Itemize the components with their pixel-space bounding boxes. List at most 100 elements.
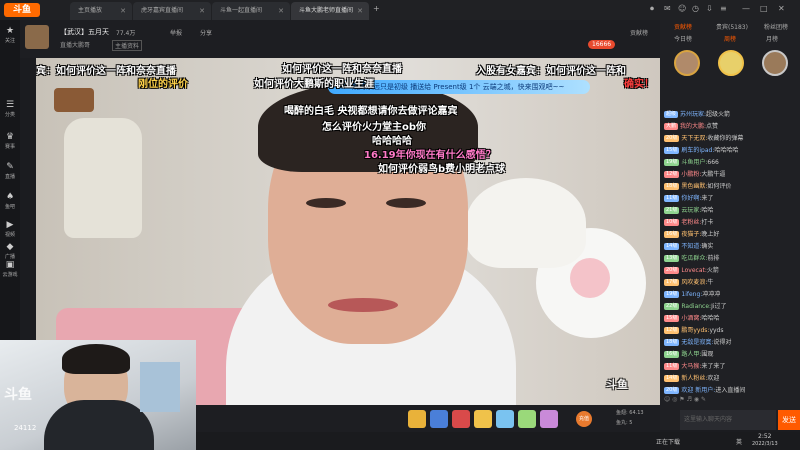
maximize-button[interactable]: □ [760,4,768,13]
chat-input[interactable]: 这里输入聊天内容 [680,410,776,430]
nav-item-match[interactable]: ♛ 赛事 [0,132,20,150]
host-name[interactable]: 直播大鹏哥 [60,40,90,49]
chat-username[interactable]: 小鹏粉: [681,171,701,178]
close-button[interactable]: ✕ [778,4,785,13]
chat-username[interactable]: 不知道: [681,243,701,250]
rank-avatar[interactable] [674,50,700,76]
chat-username[interactable]: 云玩家: [681,207,701,214]
chat-username[interactable]: 你好啊: [681,195,701,202]
nav-item-cloud-game[interactable]: ▣ 云游戏 [0,260,20,278]
chat-username[interactable]: 1ifeng: [681,291,702,298]
gift-danmu-card-icon[interactable] [518,410,536,428]
nav-item-broadcast[interactable]: ◆ 广播 [0,242,20,260]
gift-card-icon[interactable] [452,410,470,428]
chat-text: 点赞 [706,123,719,130]
chat-username[interactable]: 夜猫子: [681,231,701,238]
chat-username[interactable]: 风吹麦浪: [681,279,707,286]
chat-text: 冲冲冲 [702,291,721,298]
chat-username[interactable]: 欢迎 新用户: [681,387,715,394]
rank-avatar[interactable] [718,50,744,76]
room-header: 【武汉】五月天 直播大鹏哥 主播资料 77.4万 举报 分享 16666 贡献榜 [20,20,660,58]
share-link[interactable]: 分享 [200,28,212,37]
chat-username[interactable]: 刷车的ipad: [681,147,714,154]
gift-glowstick-icon[interactable] [474,410,492,428]
gift-rocket-icon[interactable] [408,410,426,428]
chat-username[interactable]: 大马猴: [681,363,701,370]
rank-label[interactable]: 贡献榜 [630,28,648,37]
chat-username[interactable]: 我的大鹏: [680,123,706,130]
chat-username[interactable]: 老粉丝: [681,219,701,226]
history-icon[interactable]: ◷ [692,4,699,13]
menu-icon[interactable]: ≡ [720,4,727,13]
host-info-tag[interactable]: 主播资料 [112,40,143,51]
chat-username[interactable]: 无敌是寂寞: [681,339,713,346]
close-icon[interactable]: ✕ [120,2,126,20]
chat-message: 20级 天下无双:收藏你的弹幕 [664,134,743,144]
danmu-comment: 16.19年你现在有什么感悟？ [364,150,496,161]
chat-text: 哈哈哈哈 [714,147,739,154]
gift-fishball-icon[interactable] [496,410,514,428]
browser-tab-active[interactable]: 斗鱼大鹏老师直播间 ✕ [291,2,369,20]
subtab-month[interactable]: 月榜 [766,34,778,43]
tab-vip[interactable]: 贵宾(5183) [716,22,748,31]
chat-text: 牛 [707,279,714,286]
browser-tab[interactable]: 斗鱼一起直播间 ✕ [212,2,290,20]
chat-text: 哈哈 [701,207,714,214]
level-badge: 16级 [664,351,680,358]
nav-item-live[interactable]: ✎ 直播 [0,162,20,180]
tab-fans[interactable]: 粉丝团榜 [764,22,788,31]
gift-super-danmu-icon[interactable] [540,410,558,428]
recharge-button[interactable]: 充值 [576,411,592,427]
chat-username[interactable]: 吃瓜群众: [681,255,707,262]
close-icon[interactable]: ✕ [199,2,205,20]
rank-avatar[interactable] [762,50,788,76]
message-icon[interactable]: ✉ [664,4,671,13]
chat-text: 说得对 [713,339,732,346]
chat-username[interactable]: 路人甲: [681,351,701,358]
diamond-icon: ◆ [6,242,14,252]
send-button[interactable]: 发送 [778,410,800,430]
nav-item-fishbar[interactable]: ♠ 鱼吧 [0,192,20,210]
chat-username[interactable]: 新人粉丝: [681,375,707,382]
nav-item-category[interactable]: ☰ 分类 [0,100,20,118]
report-link[interactable]: 举报 [170,28,182,37]
input-language[interactable]: 英 [736,437,742,446]
download-icon[interactable]: ⇩ [706,4,713,13]
chat-text: 围观 [701,351,714,358]
gift-plane-icon[interactable] [430,410,448,428]
follow-button[interactable]: 16666 [588,40,616,49]
tab-contribution[interactable]: 贡献榜 [674,22,692,31]
subtab-today[interactable]: 今日榜 [674,34,692,43]
close-icon[interactable]: ✕ [278,2,284,20]
browser-tab[interactable]: 虎牙嘉宾直播间 ✕ [133,2,211,20]
app-logo[interactable]: 斗鱼 [4,3,40,17]
nav-label: 视频 [4,232,15,238]
level-badge: 12级 [664,327,680,334]
level-badge: 14级 [664,243,680,250]
browser-tab-bar: 斗鱼 主页播放 ✕ 虎牙嘉宾直播间 ✕ 斗鱼一起直播间 ✕ 斗鱼大鹏老师直播间 ✕ + … [0,0,800,20]
download-status[interactable]: 正在下载 [656,437,680,446]
nav-item-video[interactable]: ▶ 视频 [0,220,20,238]
user-icon[interactable]: ☺ [678,4,686,13]
chat-username[interactable]: 鹏哥yyds: [681,327,709,334]
chat-message: 17级 风吹麦浪:牛 [664,278,713,288]
webcam-time: 24112 [14,424,37,432]
subtab-week[interactable]: 周榜 [724,34,736,43]
minimize-button[interactable]: — [742,4,750,13]
record-icon[interactable]: ⏺ [650,4,654,14]
chat-username[interactable]: 小酒窝: [681,315,701,322]
chat-username[interactable]: Radiance: [681,303,711,310]
chat-message: 16级 路人甲:围观 [664,350,713,360]
chat-username[interactable]: Lovecat: [681,267,707,274]
nav-item-follow[interactable]: ★ 关注 [0,26,20,44]
chat-username[interactable]: 黑色幽默: [681,183,707,190]
chat-username[interactable]: 斗鱼用户: [681,159,707,166]
chat-text: 进入直播间 [715,387,746,394]
level-badge: 19级 [664,291,680,298]
new-tab-button[interactable]: + [373,4,380,13]
browser-tab[interactable]: 主页播放 ✕ [70,2,132,20]
chat-username[interactable]: 天下无双: [681,135,707,142]
close-icon[interactable]: ✕ [357,2,363,20]
avatar[interactable] [25,25,49,49]
chat-username[interactable]: 苏州玩家: [680,111,706,118]
